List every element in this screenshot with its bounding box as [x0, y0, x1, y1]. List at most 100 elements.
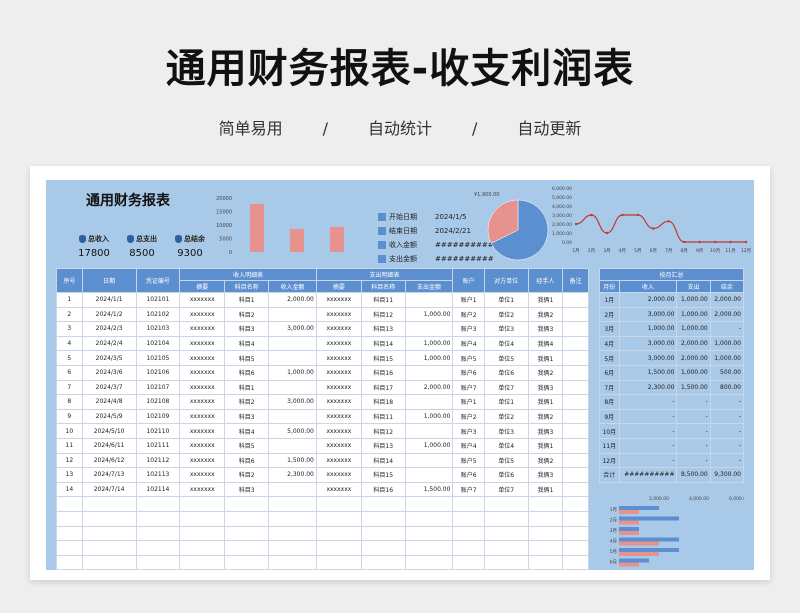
table-cell[interactable]: 单位6 — [483, 467, 529, 483]
table-cell[interactable] — [179, 510, 226, 527]
table-cell[interactable]: xxxxxxx — [179, 467, 226, 483]
month-cell[interactable]: 2,000.00 — [709, 306, 745, 323]
table-cell[interactable] — [315, 525, 362, 542]
table-cell[interactable] — [224, 496, 270, 512]
table-cell[interactable]: 1,000.00 — [268, 364, 317, 381]
table-cell[interactable]: 科目17 — [360, 379, 406, 396]
table-cell[interactable]: 科目3 — [224, 481, 270, 498]
table-cell[interactable]: 2,300.00 — [268, 467, 317, 483]
table-cell[interactable]: 科目1 — [224, 292, 270, 308]
table-cell[interactable]: xxxxxxx — [315, 452, 362, 469]
table-cell[interactable]: xxxxxxx — [315, 481, 362, 498]
table-cell[interactable]: 账户5 — [452, 452, 485, 469]
table-cell[interactable]: 2024/5/9 — [81, 408, 137, 425]
month-cell[interactable]: - — [618, 394, 678, 410]
table-cell[interactable]: 我俩2 — [527, 364, 564, 381]
table-cell[interactable]: xxxxxxx — [179, 335, 226, 352]
table-cell[interactable]: 单位5 — [483, 452, 529, 469]
table-cell[interactable] — [404, 510, 454, 527]
table-cell[interactable] — [562, 394, 589, 410]
table-cell[interactable] — [404, 364, 454, 381]
table-cell[interactable] — [360, 510, 406, 527]
table-cell[interactable]: 2024/6/12 — [81, 452, 137, 469]
table-cell[interactable]: 科目5 — [224, 350, 270, 366]
table-cell[interactable]: xxxxxxx — [315, 394, 362, 410]
table-cell[interactable] — [562, 364, 589, 381]
table-cell[interactable]: 1,500.00 — [404, 481, 454, 498]
table-cell[interactable]: 账户3 — [452, 321, 485, 337]
month-cell[interactable]: 10月 — [599, 423, 620, 439]
table-cell[interactable]: 科目15 — [360, 467, 406, 483]
table-cell[interactable]: 账户1 — [452, 394, 485, 410]
month-cell[interactable]: 3,000.00 — [618, 350, 678, 366]
table-cell[interactable]: 科目12 — [360, 423, 406, 439]
month-cell[interactable]: 1,000.00 — [676, 364, 711, 381]
table-cell[interactable] — [562, 510, 589, 527]
table-cell[interactable] — [404, 540, 454, 556]
table-cell[interactable]: 科目16 — [360, 481, 406, 498]
table-cell[interactable]: 单位3 — [483, 423, 529, 439]
table-cell[interactable]: xxxxxxx — [315, 423, 362, 439]
month-cell[interactable]: - — [709, 321, 745, 337]
table-cell[interactable] — [81, 510, 137, 527]
table-cell[interactable]: 科目2 — [224, 306, 270, 323]
table-cell[interactable]: 14 — [56, 481, 83, 498]
table-cell[interactable]: 账户4 — [452, 437, 485, 454]
table-cell[interactable] — [268, 481, 317, 498]
table-cell[interactable]: 5,000.00 — [268, 423, 317, 439]
table-cell[interactable]: 科目4 — [224, 335, 270, 352]
month-cell[interactable]: - — [676, 408, 711, 425]
table-cell[interactable] — [562, 452, 589, 469]
table-cell[interactable]: xxxxxxx — [315, 321, 362, 337]
month-cell[interactable]: - — [676, 452, 711, 469]
table-cell[interactable]: 2 — [56, 306, 83, 323]
table-cell[interactable] — [404, 467, 454, 483]
table-cell[interactable] — [562, 408, 589, 425]
table-cell[interactable]: 我俩3 — [527, 467, 564, 483]
month-cell[interactable]: - — [618, 452, 678, 469]
table-cell[interactable] — [562, 423, 589, 439]
table-cell[interactable]: 科目12 — [360, 306, 406, 323]
table-cell[interactable]: 4 — [56, 335, 83, 352]
table-cell[interactable]: xxxxxxx — [179, 423, 226, 439]
table-cell[interactable] — [135, 496, 181, 512]
table-cell[interactable]: 2024/1/1 — [81, 292, 137, 308]
table-cell[interactable] — [56, 525, 83, 542]
table-cell[interactable] — [404, 554, 454, 570]
month-cell[interactable]: 2,000.00 — [676, 350, 711, 366]
month-cell[interactable]: 2,000.00 — [709, 292, 745, 308]
table-cell[interactable] — [562, 540, 589, 556]
table-cell[interactable] — [360, 540, 406, 556]
table-cell[interactable] — [562, 350, 589, 366]
table-cell[interactable] — [268, 306, 317, 323]
table-cell[interactable] — [404, 525, 454, 542]
table-cell[interactable] — [268, 350, 317, 366]
table-cell[interactable] — [268, 335, 317, 352]
table-cell[interactable]: 2,000.00 — [404, 379, 454, 396]
table-cell[interactable]: xxxxxxx — [315, 292, 362, 308]
table-cell[interactable] — [404, 292, 454, 308]
month-cell[interactable]: 1,000.00 — [709, 350, 745, 366]
month-cell[interactable]: - — [676, 394, 711, 410]
table-cell[interactable] — [527, 540, 564, 556]
table-cell[interactable]: 2024/3/6 — [81, 364, 137, 381]
table-cell[interactable]: 单位7 — [483, 379, 529, 396]
table-cell[interactable]: 2024/7/13 — [81, 467, 137, 483]
month-cell[interactable]: - — [618, 437, 678, 454]
table-cell[interactable]: xxxxxxx — [315, 408, 362, 425]
table-cell[interactable] — [527, 554, 564, 570]
table-cell[interactable]: xxxxxxx — [179, 481, 226, 498]
month-cell[interactable]: - — [618, 408, 678, 425]
table-cell[interactable]: 科目18 — [360, 394, 406, 410]
table-cell[interactable] — [452, 525, 485, 542]
table-cell[interactable]: 102111 — [135, 437, 181, 454]
table-cell[interactable]: 11 — [56, 437, 83, 454]
table-cell[interactable] — [404, 321, 454, 337]
month-cell[interactable]: - — [676, 423, 711, 439]
month-cell[interactable]: 11月 — [599, 437, 620, 454]
month-cell[interactable]: 1,500.00 — [618, 364, 678, 381]
month-cell[interactable]: 1月 — [599, 292, 620, 308]
table-cell[interactable]: 单位4 — [483, 335, 529, 352]
table-cell[interactable]: 7 — [56, 379, 83, 396]
table-cell[interactable]: 2,000.00 — [268, 292, 317, 308]
